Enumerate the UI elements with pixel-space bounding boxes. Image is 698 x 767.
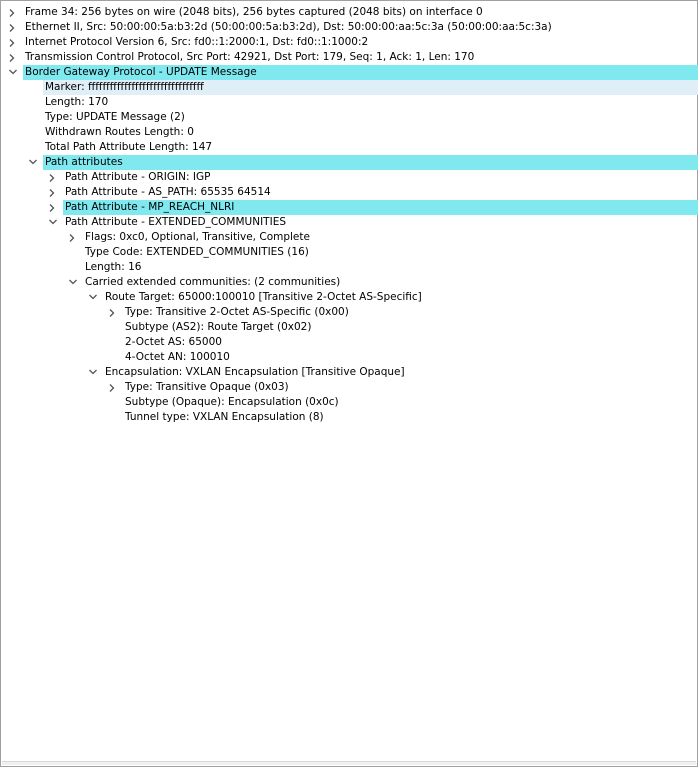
tree-row-label: Type Code: EXTENDED_COMMUNITIES (16) <box>85 246 309 258</box>
tree-row-label: Path Attribute - EXTENDED_COMMUNITIES <box>65 216 286 228</box>
tree-row[interactable]: Internet Protocol Version 6, Src: fd0::1… <box>1 35 698 50</box>
tree-row[interactable]: Type: Transitive Opaque (0x03) <box>1 380 698 395</box>
tree-row[interactable]: Length: 16 <box>1 260 698 275</box>
tree-row-label: 4-Octet AN: 100010 <box>125 351 230 363</box>
tree-row-label: Frame 34: 256 bytes on wire (2048 bits),… <box>25 6 483 18</box>
tree-row-label: Total Path Attribute Length: 147 <box>45 141 213 153</box>
tree-row-label: Internet Protocol Version 6, Src: fd0::1… <box>25 36 369 48</box>
tree-row[interactable]: Tunnel type: VXLAN Encapsulation (8) <box>1 410 698 425</box>
tree-row[interactable]: 4-Octet AN: 100010 <box>1 350 698 365</box>
tree-row[interactable]: Marker: ffffffffffffffffffffffffffffffff <box>1 80 698 95</box>
tree-row[interactable]: Withdrawn Routes Length: 0 <box>1 125 698 140</box>
horizontal-scrollbar[interactable] <box>2 761 696 765</box>
packet-details-pane: Frame 34: 256 bytes on wire (2048 bits),… <box>0 0 698 767</box>
tree-row[interactable]: Path attributes <box>1 155 698 170</box>
tree-row-label: Path Attribute - ORIGIN: IGP <box>65 171 211 183</box>
selection-highlight <box>43 155 698 170</box>
tree-row-label: Length: 16 <box>85 261 142 273</box>
chevron-right-icon[interactable] <box>48 200 60 215</box>
tree-row-label: Ethernet II, Src: 50:00:00:5a:b3:2d (50:… <box>25 21 552 33</box>
tree-row[interactable]: Type: Transitive 2-Octet AS-Specific (0x… <box>1 305 698 320</box>
chevron-right-icon[interactable] <box>108 380 120 395</box>
tree-row[interactable]: Flags: 0xc0, Optional, Transitive, Compl… <box>1 230 698 245</box>
tree-row[interactable]: Border Gateway Protocol - UPDATE Message <box>1 65 698 80</box>
tree-row-label: Type: UPDATE Message (2) <box>45 111 185 123</box>
tree-row-label: 2-Octet AS: 65000 <box>125 336 222 348</box>
tree-row[interactable]: Route Target: 65000:100010 [Transitive 2… <box>1 290 698 305</box>
chevron-down-icon[interactable] <box>88 365 100 380</box>
tree-row[interactable]: 2-Octet AS: 65000 <box>1 335 698 350</box>
tree-row-label: Length: 170 <box>45 96 109 108</box>
tree-row-label: Path Attribute - MP_REACH_NLRI <box>65 201 235 213</box>
chevron-down-icon[interactable] <box>88 290 100 305</box>
tree-row-label: Subtype (AS2): Route Target (0x02) <box>125 321 312 333</box>
chevron-right-icon[interactable] <box>8 5 20 20</box>
tree-row[interactable]: Ethernet II, Src: 50:00:00:5a:b3:2d (50:… <box>1 20 698 35</box>
chevron-right-icon[interactable] <box>48 170 60 185</box>
chevron-down-icon[interactable] <box>68 275 80 290</box>
tree-row[interactable]: Path Attribute - AS_PATH: 65535 64514 <box>1 185 698 200</box>
chevron-down-icon[interactable] <box>48 215 60 230</box>
tree-row-label: Encapsulation: VXLAN Encapsulation [Tran… <box>105 366 405 378</box>
tree-row-label: Tunnel type: VXLAN Encapsulation (8) <box>125 411 324 423</box>
tree-row-label: Flags: 0xc0, Optional, Transitive, Compl… <box>85 231 310 243</box>
tree-row[interactable]: Encapsulation: VXLAN Encapsulation [Tran… <box>1 365 698 380</box>
tree-row[interactable]: Subtype (AS2): Route Target (0x02) <box>1 320 698 335</box>
tree-row[interactable]: Type Code: EXTENDED_COMMUNITIES (16) <box>1 245 698 260</box>
chevron-right-icon[interactable] <box>108 305 120 320</box>
packet-details-tree: Frame 34: 256 bytes on wire (2048 bits),… <box>1 5 698 425</box>
tree-row-label: Border Gateway Protocol - UPDATE Message <box>25 66 257 78</box>
tree-row[interactable]: Path Attribute - EXTENDED_COMMUNITIES <box>1 215 698 230</box>
chevron-down-icon[interactable] <box>28 155 40 170</box>
tree-row[interactable]: Transmission Control Protocol, Src Port:… <box>1 50 698 65</box>
tree-row[interactable]: Total Path Attribute Length: 147 <box>1 140 698 155</box>
tree-row[interactable]: Path Attribute - MP_REACH_NLRI <box>1 200 698 215</box>
tree-row-label: Type: Transitive Opaque (0x03) <box>125 381 289 393</box>
chevron-right-icon[interactable] <box>68 230 80 245</box>
tree-row-label: Path attributes <box>45 156 123 168</box>
chevron-right-icon[interactable] <box>48 185 60 200</box>
tree-row-label: Route Target: 65000:100010 [Transitive 2… <box>105 291 422 303</box>
tree-row[interactable]: Frame 34: 256 bytes on wire (2048 bits),… <box>1 5 698 20</box>
chevron-right-icon[interactable] <box>8 20 20 35</box>
tree-row-label: Type: Transitive 2-Octet AS-Specific (0x… <box>125 306 349 318</box>
chevron-right-icon[interactable] <box>8 50 20 65</box>
tree-row[interactable]: Length: 170 <box>1 95 698 110</box>
tree-row[interactable]: Type: UPDATE Message (2) <box>1 110 698 125</box>
chevron-down-icon[interactable] <box>8 65 20 80</box>
tree-row[interactable]: Subtype (Opaque): Encapsulation (0x0c) <box>1 395 698 410</box>
tree-row-label: Subtype (Opaque): Encapsulation (0x0c) <box>125 396 339 408</box>
tree-row-label: Marker: ffffffffffffffffffffffffffffffff <box>45 81 204 93</box>
tree-row-label: Carried extended communities: (2 communi… <box>85 276 341 288</box>
tree-row-label: Transmission Control Protocol, Src Port:… <box>25 51 475 63</box>
tree-row-label: Path Attribute - AS_PATH: 65535 64514 <box>65 186 271 198</box>
tree-row[interactable]: Carried extended communities: (2 communi… <box>1 275 698 290</box>
chevron-right-icon[interactable] <box>8 35 20 50</box>
tree-row[interactable]: Path Attribute - ORIGIN: IGP <box>1 170 698 185</box>
tree-row-label: Withdrawn Routes Length: 0 <box>45 126 194 138</box>
